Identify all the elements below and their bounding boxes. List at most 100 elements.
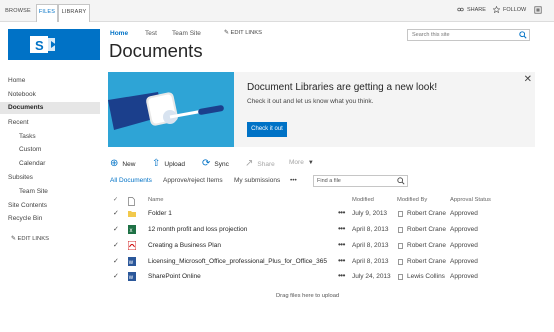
modified-by[interactable]: Robert Crane bbox=[407, 210, 446, 217]
check-it-out-button[interactable]: Check it out bbox=[247, 122, 287, 137]
row-check[interactable]: ✓ bbox=[113, 272, 119, 280]
edit-links-label: EDIT LINKS bbox=[230, 30, 262, 36]
view-all-documents[interactable]: All Documents bbox=[110, 177, 152, 184]
tab-files[interactable]: FILES bbox=[36, 4, 58, 22]
leftnav-custom[interactable]: Custom bbox=[19, 146, 41, 153]
approval-status: Approved bbox=[450, 242, 478, 249]
follow-label: FOLLOW bbox=[503, 6, 527, 13]
sync-button[interactable]: ⟳ Sync bbox=[202, 159, 229, 169]
table-row[interactable]: ✓ x 12 month profit and loss projection … bbox=[110, 223, 530, 237]
upload-label: Upload bbox=[164, 160, 185, 168]
focus-button[interactable] bbox=[534, 6, 542, 14]
column-name[interactable]: Name bbox=[148, 197, 163, 203]
table-row[interactable]: ✓ Creating a Business Plan ••• April 8, … bbox=[110, 239, 530, 253]
new-button[interactable]: ⊕ New bbox=[110, 159, 135, 169]
row-menu-ellipsis[interactable]: ••• bbox=[338, 271, 345, 280]
pencil-icon: ✎ bbox=[224, 30, 229, 36]
topnav-team-site[interactable]: Team Site bbox=[172, 30, 201, 37]
row-check[interactable]: ✓ bbox=[113, 257, 119, 265]
tab-library[interactable]: LIBRARY bbox=[58, 4, 90, 22]
share-button[interactable]: SHARE bbox=[457, 6, 486, 13]
column-modified-by[interactable]: Modified By bbox=[397, 197, 427, 203]
plus-icon: ⊕ bbox=[110, 158, 119, 169]
upload-button[interactable]: ⇧ Upload bbox=[152, 159, 185, 169]
approval-status: Approved bbox=[450, 226, 478, 233]
table-row[interactable]: ✓ Folder 1 ••• July 9, 2013 Robert Crane… bbox=[110, 207, 530, 221]
new-label: New bbox=[122, 160, 136, 168]
approval-status: Approved bbox=[450, 258, 478, 265]
view-my-submissions[interactable]: My submissions bbox=[234, 177, 280, 184]
modified-by[interactable]: Robert Crane bbox=[407, 258, 446, 265]
new-look-banner: Document Libraries are getting a new loo… bbox=[108, 72, 535, 147]
leftnav-tasks[interactable]: Tasks bbox=[19, 133, 36, 140]
find-placeholder: Find a file bbox=[317, 178, 341, 184]
svg-text:w: w bbox=[128, 275, 134, 281]
approval-status: Approved bbox=[450, 210, 478, 217]
leftnav-subsites[interactable]: Subsites bbox=[8, 174, 33, 181]
file-name[interactable]: Folder 1 bbox=[148, 210, 172, 217]
row-menu-ellipsis[interactable]: ••• bbox=[338, 256, 345, 265]
sharepoint-logo[interactable]: S bbox=[8, 29, 100, 60]
follow-button[interactable]: FOLLOW bbox=[493, 6, 526, 13]
search-icon[interactable] bbox=[397, 177, 405, 185]
close-icon[interactable]: ✕ bbox=[524, 74, 532, 85]
topnav-home[interactable]: Home bbox=[110, 30, 128, 37]
modified-by[interactable]: Robert Crane bbox=[407, 226, 446, 233]
word-file-icon: w bbox=[128, 272, 136, 281]
modified-date: July 24, 2013 bbox=[352, 273, 391, 280]
modified-by[interactable]: Lewis Collins bbox=[407, 273, 445, 280]
file-name[interactable]: 12 month profit and loss projection bbox=[148, 226, 247, 233]
page-title: Documents bbox=[109, 40, 203, 61]
presence-indicator bbox=[398, 259, 403, 265]
excel-file-icon: x bbox=[128, 225, 136, 234]
file-name[interactable]: Creating a Business Plan bbox=[148, 242, 221, 249]
table-row[interactable]: ✓ w SharePoint Online ••• July 24, 2013 … bbox=[110, 270, 530, 284]
select-all-check[interactable]: ✓ bbox=[113, 197, 118, 203]
leftnav-calendar[interactable]: Calendar bbox=[19, 160, 45, 167]
chevron-down-icon: ▼ bbox=[307, 159, 314, 166]
column-approval-status[interactable]: Approval Status bbox=[450, 197, 491, 203]
leftnav-recent[interactable]: Recent bbox=[8, 119, 29, 126]
file-name[interactable]: Licensing_Microsoft_Office_professional_… bbox=[148, 258, 327, 265]
leftnav-recycle-bin[interactable]: Recycle Bin bbox=[8, 215, 42, 222]
more-button[interactable]: More ▼ bbox=[289, 159, 314, 166]
row-menu-ellipsis[interactable]: ••• bbox=[338, 224, 345, 233]
view-approve-reject[interactable]: Approve/reject Items bbox=[163, 177, 223, 184]
pencil-icon: ✎ bbox=[11, 236, 16, 242]
svg-text:S: S bbox=[35, 38, 44, 53]
leftnav-site-contents[interactable]: Site Contents bbox=[8, 202, 47, 209]
modified-by[interactable]: Robert Crane bbox=[407, 242, 446, 249]
search-icon[interactable] bbox=[519, 31, 527, 39]
column-modified[interactable]: Modified bbox=[352, 197, 374, 203]
share-command-button[interactable]: ↗ Share bbox=[245, 159, 275, 169]
sync-label: Sync bbox=[214, 160, 229, 168]
ribbon-bar: BROWSE FILES LIBRARY SHARE FOLLOW bbox=[0, 0, 554, 22]
file-name[interactable]: SharePoint Online bbox=[148, 273, 201, 280]
row-menu-ellipsis[interactable]: ••• bbox=[338, 208, 345, 217]
row-menu-ellipsis[interactable]: ••• bbox=[338, 240, 345, 249]
row-check[interactable]: ✓ bbox=[113, 225, 119, 233]
topnav-edit-links[interactable]: ✎ EDIT LINKS bbox=[224, 30, 262, 36]
topnav-test[interactable]: Test bbox=[145, 30, 157, 37]
share-command-label: Share bbox=[257, 160, 275, 168]
views-more-ellipsis[interactable]: ••• bbox=[290, 177, 297, 184]
share-icon bbox=[457, 7, 464, 12]
find-file-input[interactable]: Find a file bbox=[313, 175, 408, 187]
modified-date: April 8, 2013 bbox=[352, 242, 389, 249]
leftnav-edit-links[interactable]: ✎ EDIT LINKS bbox=[11, 236, 49, 242]
svg-text:w: w bbox=[128, 260, 134, 266]
row-check[interactable]: ✓ bbox=[113, 241, 119, 249]
leftnav-notebook[interactable]: Notebook bbox=[8, 91, 36, 98]
leftnav-documents[interactable]: Documents bbox=[0, 102, 100, 114]
tab-browse[interactable]: BROWSE bbox=[4, 4, 32, 22]
search-placeholder: Search this site bbox=[412, 32, 450, 38]
leftnav-team-site[interactable]: Team Site bbox=[19, 188, 48, 195]
row-check[interactable]: ✓ bbox=[113, 209, 119, 217]
table-row[interactable]: ✓ w Licensing_Microsoft_Office_professio… bbox=[110, 255, 530, 269]
leftnav-home[interactable]: Home bbox=[8, 77, 25, 84]
folder-icon bbox=[128, 211, 136, 217]
upload-icon: ⇧ bbox=[152, 158, 161, 169]
search-input[interactable]: Search this site bbox=[407, 29, 530, 41]
focus-icon bbox=[534, 6, 542, 14]
modified-date: April 8, 2013 bbox=[352, 226, 389, 233]
